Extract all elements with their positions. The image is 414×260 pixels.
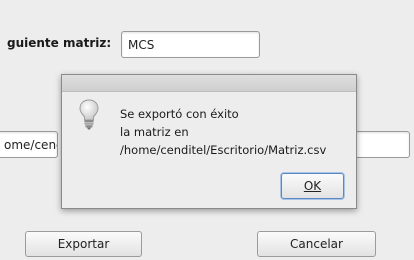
lightbulb-icon	[78, 98, 100, 132]
ok-button-label: OK	[303, 179, 322, 193]
dialog-message-line: la matriz en	[120, 125, 189, 139]
matrix-name-label: guiente matriz:	[7, 36, 112, 50]
export-path-input[interactable]: ome/cenc	[0, 131, 58, 158]
cancel-button[interactable]: Cancelar	[257, 231, 376, 257]
export-success-dialog: Se exportó con éxito la matriz en /home/…	[61, 74, 357, 209]
dialog-message: Se exportó con éxito la matriz en /home/…	[120, 105, 326, 159]
dialog-message-path: /home/cenditel/Escritorio/Matriz.csv	[120, 143, 327, 157]
dialog-titlebar[interactable]	[62, 75, 356, 92]
export-path-input-right-part[interactable]	[348, 131, 410, 158]
ok-button[interactable]: OK	[281, 173, 344, 199]
dialog-message-line: Se exportó con éxito	[120, 107, 239, 121]
export-button[interactable]: Exportar	[25, 231, 142, 257]
matrix-name-input[interactable]: MCS	[121, 31, 260, 58]
